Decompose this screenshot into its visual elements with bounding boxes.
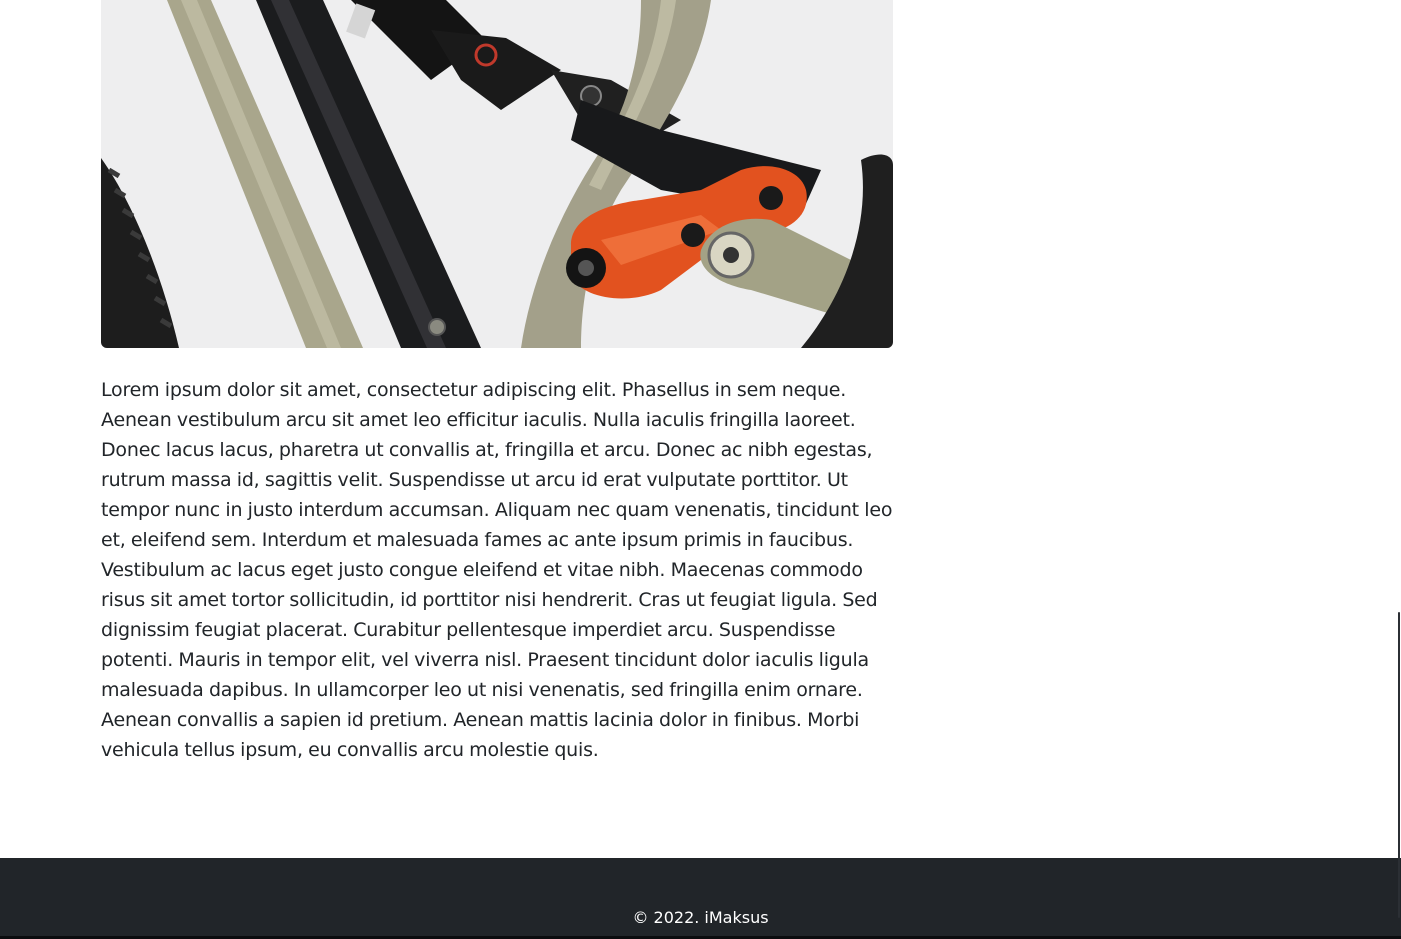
site-footer: © 2022. iMaksus: [0, 858, 1401, 936]
page: Lorem ipsum dolor sit amet, consectetur …: [0, 0, 1401, 939]
footer-copyright: © 2022. iMaksus: [632, 908, 769, 927]
hero-image: [101, 0, 893, 348]
article-body: Lorem ipsum dolor sit amet, consectetur …: [101, 379, 893, 761]
pivot-bolt: [428, 318, 446, 336]
article: Lorem ipsum dolor sit amet, consectetur …: [101, 0, 893, 765]
scrollbar-track[interactable]: [1397, 0, 1401, 939]
scrollbar-thumb[interactable]: [1398, 612, 1400, 918]
bike-suspension-illustration: [101, 0, 893, 348]
